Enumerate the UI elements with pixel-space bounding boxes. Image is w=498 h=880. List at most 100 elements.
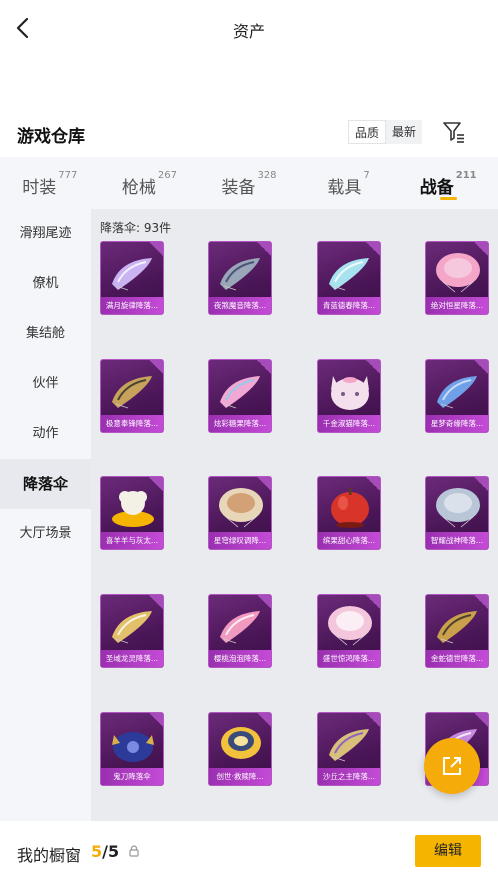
showcase-total: /5 <box>102 842 120 861</box>
sort-latest-option[interactable]: 最新 <box>386 120 422 144</box>
sidebar-item-wingman[interactable]: 僚机 <box>0 259 91 309</box>
item-name: 沙丘之主降落... <box>318 768 380 785</box>
item-name: 圣域龙灵降落... <box>101 650 163 667</box>
parachute-item-card[interactable]: 青蓝德春降落... <box>317 241 381 315</box>
item-name: 盛世惊鸿降落... <box>318 650 380 667</box>
edit-button[interactable]: 编辑 <box>415 835 481 867</box>
parachute-art <box>331 376 369 410</box>
item-name: 智耀战神降落... <box>426 532 488 549</box>
showcase-label: 我的橱窗 <box>17 846 82 865</box>
sidebar-item-companion[interactable]: 伙伴 <box>0 359 91 409</box>
parachute-art <box>112 376 152 409</box>
tab-vehicles[interactable]: 载具7 <box>299 157 399 209</box>
item-name: 创世·救赎降... <box>209 768 271 785</box>
sidebar-item-emote[interactable]: 动作 <box>0 409 91 459</box>
parachute-item-card[interactable]: 创世·救赎降... <box>208 712 272 786</box>
tab-count: 777 <box>58 170 78 181</box>
parachute-art <box>219 488 263 528</box>
parachute-item-card[interactable]: 夜煞魔音降落... <box>208 241 272 315</box>
parachute-item-card[interactable]: 星梦奇缘降落... <box>425 359 489 433</box>
parachute-art <box>436 488 480 528</box>
subcategory-sidebar: 滑翔尾迹 僚机 集结舱 伙伴 动作 降落伞 大厅场景 <box>0 209 91 821</box>
parachute-item-card[interactable]: 喜羊羊与灰太... <box>100 476 164 550</box>
parachute-art <box>329 729 369 762</box>
parachute-art <box>331 488 369 528</box>
tab-equipment[interactable]: 装备328 <box>199 157 299 209</box>
item-name: 鬼刀降落伞 <box>101 768 163 785</box>
parachute-art <box>328 606 372 646</box>
showcase-used: 5 <box>91 842 103 861</box>
parachute-item-card[interactable]: 星穹绿叹调降... <box>208 476 272 550</box>
warehouse-title: 游戏仓库 <box>17 127 85 147</box>
parachute-item-card[interactable]: 炫彩糖果降落... <box>208 359 272 433</box>
parachute-art <box>437 611 477 644</box>
tab-fashion[interactable]: 时装777 <box>0 157 100 209</box>
item-panel: 降落伞: 93件 满月旋律降落... 夜煞魔音降落... 青蓝德春降落... 绝… <box>91 209 498 821</box>
filter-icon <box>443 122 464 143</box>
item-name: 夜煞魔音降落... <box>209 297 271 314</box>
active-tab-indicator <box>440 197 458 200</box>
item-name: 千金淑猫降落... <box>318 415 380 432</box>
sidebar-item-glide-trail[interactable]: 滑翔尾迹 <box>0 209 91 259</box>
parachute-art <box>112 732 154 762</box>
parachute-item-card[interactable]: 满月旋律降落... <box>100 241 164 315</box>
item-name: 金蛇德世降落... <box>426 650 488 667</box>
parachute-art <box>220 376 260 409</box>
parachute-item-card[interactable]: 千金淑猫降落... <box>317 359 381 433</box>
lock-icon <box>129 845 139 857</box>
parachute-art <box>112 258 152 291</box>
showcase-bar: 我的橱窗 5/5 编辑 <box>0 821 498 880</box>
sidebar-item-parachute[interactable]: 降落伞 <box>0 459 91 509</box>
filter-button[interactable] <box>441 120 467 144</box>
item-name: 星穹绿叹调降... <box>209 532 271 549</box>
parachute-item-card[interactable]: 盛世惊鸿降落... <box>317 594 381 668</box>
item-name: 喜羊羊与灰太... <box>101 532 163 549</box>
parachute-art <box>112 491 154 527</box>
tab-count: 7 <box>363 170 370 181</box>
tab-count: 267 <box>157 170 177 181</box>
page-title: 资产 <box>232 22 265 41</box>
parachute-art <box>221 727 261 759</box>
top-bar: 资产 <box>0 0 498 58</box>
tab-label: 装备 <box>221 178 256 198</box>
item-name: 绝对恒星降落... <box>426 297 488 314</box>
parachute-item-card[interactable]: 缤果甜心降落... <box>317 476 381 550</box>
sidebar-item-lobby-scene[interactable]: 大厅场景 <box>0 509 91 559</box>
item-count-label: 降落伞: 93件 <box>100 221 172 235</box>
parachute-art <box>436 253 480 293</box>
assets-screen: 资产 游戏仓库 品质 最新 时装777 枪械267 装备328 载具7 战备21… <box>0 0 498 880</box>
tab-count: 328 <box>257 170 277 181</box>
external-link-icon <box>443 757 461 775</box>
parachute-art <box>329 258 369 291</box>
tab-label: 战备 <box>419 178 454 198</box>
item-name: 炫彩糖果降落... <box>209 415 271 432</box>
parachute-item-card[interactable]: 鬼刀降落伞 <box>100 712 164 786</box>
item-name: 缤果甜心降落... <box>318 532 380 549</box>
item-name: 满月旋律降落... <box>101 297 163 314</box>
sort-toggle: 品质 最新 <box>348 120 423 144</box>
sort-quality-option[interactable]: 品质 <box>348 120 387 144</box>
parachute-item-card[interactable]: 圣域龙灵降落... <box>100 594 164 668</box>
parachute-item-card[interactable]: 智耀战神降落... <box>425 476 489 550</box>
showcase-count: 5/5 <box>91 842 119 861</box>
category-tabs: 时装777 枪械267 装备328 载具7 战备211 <box>0 157 498 209</box>
share-button[interactable] <box>424 738 480 794</box>
parachute-item-card[interactable]: 沙丘之主降落... <box>317 712 381 786</box>
tab-weapons[interactable]: 枪械267 <box>100 157 200 209</box>
parachute-item-card[interactable]: 樱桃泡泡降落... <box>208 594 272 668</box>
tab-count: 211 <box>455 170 477 181</box>
parachute-item-card[interactable]: 极意奉锋降落... <box>100 359 164 433</box>
parachute-art <box>437 376 477 409</box>
parachute-art <box>220 611 260 644</box>
parachute-item-card[interactable]: 绝对恒星降落... <box>425 241 489 315</box>
parachute-item-card[interactable]: 金蛇德世降落... <box>425 594 489 668</box>
warehouse-header: 游戏仓库 品质 最新 <box>0 110 498 156</box>
tab-label: 枪械 <box>121 178 156 198</box>
item-name: 青蓝德春降落... <box>318 297 380 314</box>
item-name: 星梦奇缘降落... <box>426 415 488 432</box>
sidebar-item-assembly-pod[interactable]: 集结舱 <box>0 309 91 359</box>
item-name: 樱桃泡泡降落... <box>209 650 271 667</box>
tab-combat-gear[interactable]: 战备211 <box>398 157 498 209</box>
tab-label: 载具 <box>327 178 362 198</box>
item-name: 极意奉锋降落... <box>101 415 163 432</box>
